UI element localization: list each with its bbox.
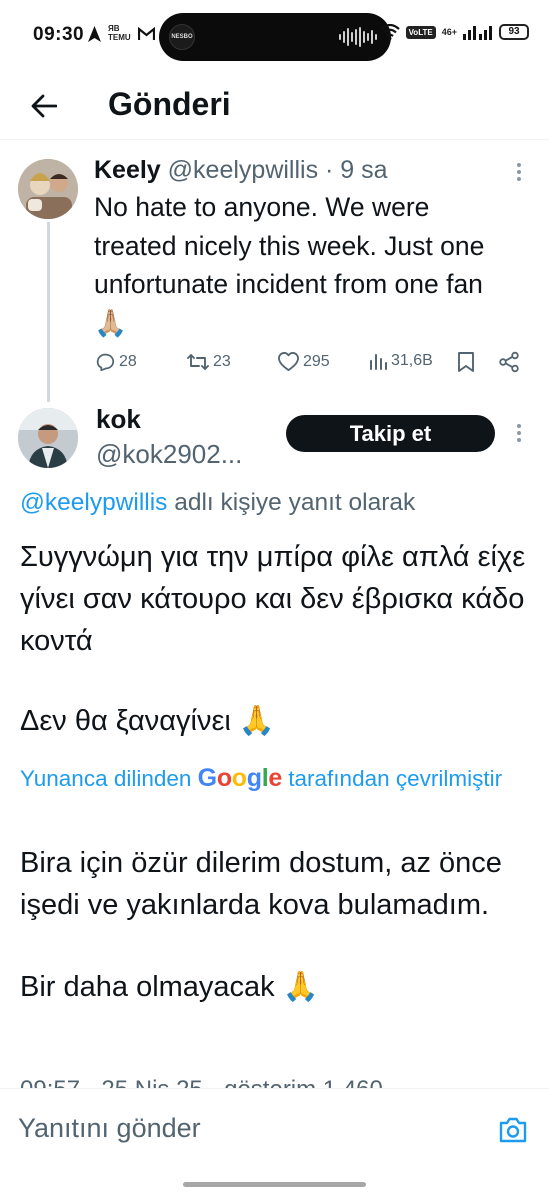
top-app-bar: Gönderi (0, 72, 549, 140)
reply-input[interactable]: Yanıtını gönder (18, 1113, 201, 1144)
heart-icon (278, 352, 299, 371)
media-app-logo: NESBO (169, 24, 195, 50)
dot-icon (517, 163, 521, 167)
status-right-icons: VoLTE 46+ 93 (379, 24, 529, 40)
page-title: Gönderi (108, 86, 231, 122)
replying-to: @keelypwillis adlı kişiye yanıt olarak (20, 489, 415, 517)
author-name[interactable]: kok (96, 404, 141, 435)
reply-to-label: adlı kişiye yanıt olarak (167, 489, 416, 516)
tweet-author-line: Keely @keelypwillis · 9 sa (94, 156, 388, 185)
more-options-button[interactable] (509, 160, 529, 184)
back-button[interactable] (24, 86, 64, 126)
translated-paragraph-1: Bira için özür dilerim dostum, az önce i… (20, 847, 502, 921)
app-notification-icon: ЯB TEMU (108, 24, 131, 42)
share-button[interactable] (498, 351, 520, 373)
author-handle[interactable]: @kok2902... (96, 439, 242, 470)
clock: 09:30 (33, 24, 85, 45)
gmail-icon (137, 26, 155, 40)
like-count: 295 (303, 352, 330, 370)
battery-icon: 93 (499, 24, 529, 40)
retweet-action[interactable]: 23 (186, 351, 231, 373)
translation-suffix: tarafından çevrilmiştir (282, 766, 503, 791)
status-bar: 09:30 ЯB TEMU NESBO VoLTE 46+ 93 (0, 0, 549, 72)
dynamic-island: NESBO (159, 13, 391, 61)
avatar[interactable] (18, 408, 78, 468)
signal-icon (463, 26, 492, 40)
navigation-arrow-icon (88, 25, 101, 42)
author-name[interactable]: Keely (94, 156, 161, 184)
tweet-actions: 28 23 295 31,6B (94, 351, 526, 379)
original-paragraph-2: Δεν θα ξαναγίνει 🙏 (20, 705, 276, 737)
retweet-count: 23 (213, 353, 231, 370)
share-icon (499, 351, 519, 373)
tweet-translated-text: Bira için özür dilerim dostum, az önce i… (20, 842, 530, 1008)
bookmark-button[interactable] (457, 351, 475, 373)
translation-attribution[interactable]: Yunanca dilinden Google tarafından çevri… (20, 762, 530, 795)
camera-icon (499, 1117, 527, 1143)
camera-button[interactable] (494, 1111, 532, 1149)
thread-connector (47, 222, 50, 402)
view-count: 31,6B (391, 352, 433, 369)
reply-icon (96, 353, 115, 372)
translated-paragraph-2: Bir daha olmayacak 🙏 (20, 971, 319, 1003)
arrow-left-icon (31, 94, 57, 118)
tweet-original-text: Συγγνώμη για την μπίρα φίλε απλά είχε γί… (20, 536, 530, 742)
home-indicator[interactable] (183, 1182, 366, 1187)
views-action[interactable]: 31,6B (368, 351, 433, 371)
reply-mention-link[interactable]: @keelypwillis (20, 489, 167, 516)
author-handle-time[interactable]: @keelypwillis · 9 sa (168, 156, 388, 184)
follow-button[interactable]: Takip et (286, 415, 495, 452)
volte-badge: VoLTE (405, 25, 436, 39)
reply-composer-bar: Yanıtını gönder (0, 1088, 549, 1200)
like-action[interactable]: 295 (277, 351, 330, 372)
original-paragraph-1: Συγγνώμη για την μπίρα φίλε απλά είχε γί… (20, 541, 526, 657)
tweet-timestamp: 09:57 · 25 Nis 25 · gösterim 1.460 (20, 1078, 383, 1088)
tweet-text: No hate to anyone. We were treated nicel… (94, 192, 485, 338)
bookmark-icon (458, 352, 474, 372)
retweet-icon (187, 354, 209, 370)
dot-icon (517, 424, 521, 428)
status-left-icons: ЯB TEMU (88, 25, 155, 42)
network-type: 46+ (441, 27, 457, 37)
more-options-button[interactable] (509, 421, 529, 445)
avatar[interactable] (18, 159, 78, 219)
audio-waveform-icon (339, 27, 377, 47)
wifi-icon (379, 24, 400, 40)
translation-prefix: Yunanca dilinden (20, 766, 198, 791)
google-logo: Google (197, 764, 283, 792)
views-chart-icon (370, 354, 387, 370)
reply-action[interactable]: 28 (94, 351, 137, 373)
reply-count: 28 (119, 353, 137, 370)
